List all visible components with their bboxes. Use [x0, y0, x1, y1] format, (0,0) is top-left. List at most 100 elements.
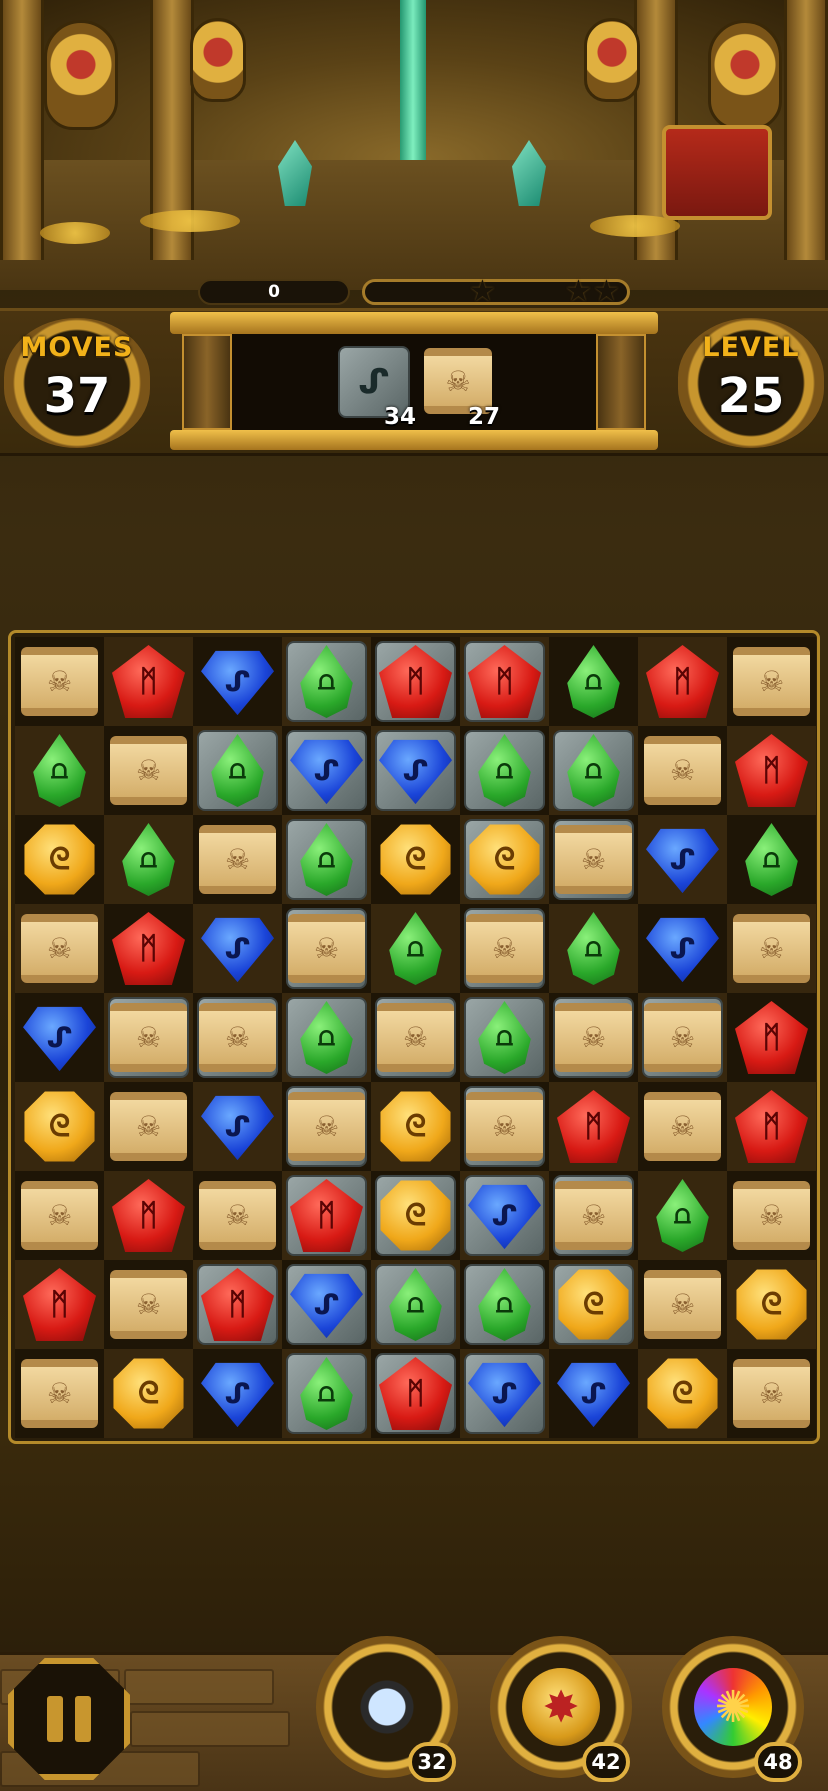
blue-gem-icon[interactable]: ᔑ: [557, 1362, 630, 1428]
scroll-gem-icon[interactable]: ☠: [199, 1181, 276, 1250]
board-cell[interactable]: ⩍: [371, 904, 460, 993]
board-cell[interactable]: ☠: [727, 637, 816, 726]
board-cell[interactable]: ☠: [15, 1171, 104, 1260]
board-cell[interactable]: ᛗ: [727, 726, 816, 815]
board-cell[interactable]: ᔑ: [193, 904, 282, 993]
scroll-gem-icon[interactable]: ☠: [199, 825, 276, 894]
scroll-gem-icon[interactable]: ☠: [733, 1181, 810, 1250]
board-cell[interactable]: ᘓ: [638, 1349, 727, 1438]
board-cell[interactable]: ☠: [727, 1349, 816, 1438]
board-cell[interactable]: ☠: [460, 1082, 549, 1171]
red-gem-icon[interactable]: ᛗ: [112, 1179, 185, 1252]
board-cell[interactable]: ⩍: [193, 726, 282, 815]
board-cell[interactable]: ᔑ: [549, 1349, 638, 1438]
board-cell[interactable]: ⩍: [282, 993, 371, 1082]
board-cell[interactable]: ☠: [282, 1082, 371, 1171]
green-gem-icon[interactable]: ⩍: [122, 823, 175, 896]
board-cell[interactable]: ᘓ: [549, 1260, 638, 1349]
bomb-booster-button[interactable]: ✸ 42: [490, 1636, 632, 1782]
scroll-gem-icon[interactable]: ☠: [555, 825, 632, 894]
red-gem-icon[interactable]: ᛗ: [557, 1090, 630, 1163]
board-cell[interactable]: ☠: [15, 904, 104, 993]
green-gem-icon[interactable]: ⩍: [745, 823, 798, 896]
green-gem-icon[interactable]: ⩍: [656, 1179, 709, 1252]
scroll-gem-icon[interactable]: ☠: [21, 1181, 98, 1250]
board-cell[interactable]: ᘓ: [15, 1082, 104, 1171]
scroll-gem-icon[interactable]: ☠: [644, 1270, 721, 1339]
board-cell[interactable]: ᔑ: [193, 1082, 282, 1171]
board-cell[interactable]: ᘓ: [15, 815, 104, 904]
blue-gem-icon[interactable]: ᔑ: [201, 1095, 274, 1161]
board-cell[interactable]: ☠: [104, 993, 193, 1082]
board-cell[interactable]: ᛗ: [193, 1260, 282, 1349]
board-cell[interactable]: ☠: [104, 1260, 193, 1349]
gold-gem-icon[interactable]: ᘓ: [24, 1091, 95, 1162]
board-cell[interactable]: ☠: [727, 904, 816, 993]
red-gem-icon[interactable]: ᛗ: [646, 645, 719, 718]
green-gem-icon[interactable]: ⩍: [33, 734, 86, 807]
gold-gem-icon[interactable]: ᘓ: [380, 1091, 451, 1162]
red-gem-icon[interactable]: ᛗ: [23, 1268, 96, 1341]
board-cell[interactable]: ᔑ: [460, 1171, 549, 1260]
blue-gem-icon[interactable]: ᔑ: [646, 917, 719, 983]
scroll-gem-icon[interactable]: ☠: [21, 914, 98, 983]
board-cell[interactable]: ⩍: [549, 637, 638, 726]
scroll-gem-icon[interactable]: ☠: [555, 1181, 632, 1250]
scroll-gem-icon[interactable]: ☠: [733, 914, 810, 983]
board-cell[interactable]: ☠: [104, 726, 193, 815]
board-cell[interactable]: ᔑ: [15, 993, 104, 1082]
board-cell[interactable]: ᔑ: [638, 815, 727, 904]
board-cell[interactable]: ☠: [638, 1082, 727, 1171]
board-cell[interactable]: ᛗ: [460, 637, 549, 726]
board-cell[interactable]: ᘓ: [727, 1260, 816, 1349]
scroll-gem-icon[interactable]: ☠: [110, 1270, 187, 1339]
green-gem-icon[interactable]: ⩍: [567, 645, 620, 718]
board-cell[interactable]: ⩍: [371, 1260, 460, 1349]
board-cell[interactable]: ⩍: [282, 815, 371, 904]
rainbow-booster-button[interactable]: ✺ 48: [662, 1636, 804, 1782]
scroll-gem-icon[interactable]: ☠: [555, 1003, 632, 1072]
board-cell[interactable]: ᛗ: [104, 904, 193, 993]
board-cell[interactable]: ᛗ: [638, 637, 727, 726]
scroll-gem-icon[interactable]: ☠: [21, 647, 98, 716]
board-cell[interactable]: ᔑ: [638, 904, 727, 993]
scroll-gem-icon[interactable]: ☠: [733, 647, 810, 716]
green-gem-icon[interactable]: ⩍: [389, 912, 442, 985]
blue-gem-icon[interactable]: ᔑ: [23, 1006, 96, 1072]
board-cell[interactable]: ᔑ: [282, 1260, 371, 1349]
board-cell[interactable]: ☠: [193, 815, 282, 904]
scroll-gem-icon[interactable]: ☠: [466, 1092, 543, 1161]
board-cell[interactable]: ᘓ: [104, 1349, 193, 1438]
scroll-gem-icon[interactable]: ☠: [21, 1359, 98, 1428]
board-cell[interactable]: ☠: [549, 1171, 638, 1260]
board-cell[interactable]: ᛗ: [371, 637, 460, 726]
board-cell[interactable]: ☠: [549, 993, 638, 1082]
board-cell[interactable]: ᛗ: [15, 1260, 104, 1349]
board-cell[interactable]: ⩍: [104, 815, 193, 904]
board-cell[interactable]: ☠: [193, 1171, 282, 1260]
gold-gem-icon[interactable]: ᘓ: [647, 1358, 718, 1429]
board-cell[interactable]: ᛗ: [549, 1082, 638, 1171]
red-gem-icon[interactable]: ᛗ: [112, 645, 185, 718]
board-cell[interactable]: ⩍: [15, 726, 104, 815]
magnifier-booster-button[interactable]: 32: [316, 1636, 458, 1782]
board-cell[interactable]: ⩍: [549, 726, 638, 815]
board-cell[interactable]: ᛗ: [727, 993, 816, 1082]
blue-gem-icon[interactable]: ᔑ: [201, 1362, 274, 1428]
green-gem-icon[interactable]: ⩍: [567, 912, 620, 985]
board-cell[interactable]: ☠: [104, 1082, 193, 1171]
board-cell[interactable]: ☠: [193, 993, 282, 1082]
board-cell[interactable]: ☠: [638, 1260, 727, 1349]
scroll-gem-icon[interactable]: ☠: [110, 1092, 187, 1161]
board-cell[interactable]: ☠: [15, 1349, 104, 1438]
scroll-gem-icon[interactable]: ☠: [644, 736, 721, 805]
scroll-gem-icon[interactable]: ☠: [288, 1092, 365, 1161]
board-cell[interactable]: ᔑ: [193, 637, 282, 726]
board-cell[interactable]: ᛗ: [371, 1349, 460, 1438]
gold-gem-icon[interactable]: ᘓ: [380, 824, 451, 895]
board-cell[interactable]: ᔑ: [371, 726, 460, 815]
board-cell[interactable]: ☠: [371, 993, 460, 1082]
board-cell[interactable]: ᛗ: [104, 637, 193, 726]
board-cell[interactable]: ᔑ: [460, 1349, 549, 1438]
board-cell[interactable]: ⩍: [549, 904, 638, 993]
